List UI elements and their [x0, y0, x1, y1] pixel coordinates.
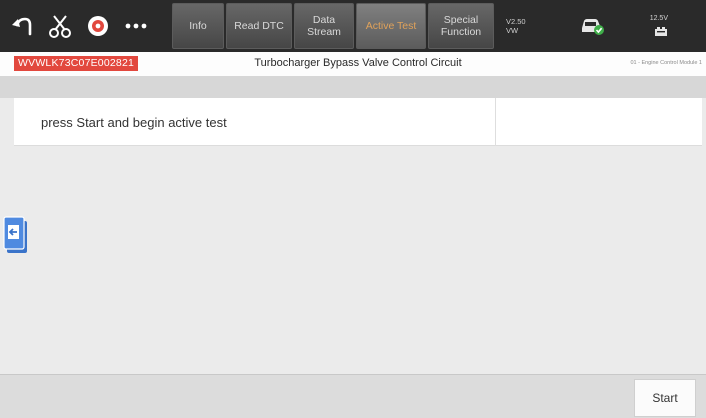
- top-toolbar: Info Read DTC Data Stream Active Test Sp…: [0, 0, 706, 52]
- instruction-text: press Start and begin active test: [14, 98, 496, 146]
- tab-info[interactable]: Info: [172, 3, 224, 49]
- side-panel-handle-icon[interactable]: [3, 215, 29, 257]
- tab-data-stream-label-2: Stream: [307, 26, 341, 38]
- vci-icon: [655, 27, 667, 36]
- vehicle-connection-icon[interactable]: [572, 0, 612, 52]
- page-title: Turbocharger Bypass Valve Control Circui…: [254, 57, 462, 69]
- tab-read-dtc[interactable]: Read DTC: [226, 3, 292, 49]
- more-icon[interactable]: [116, 0, 156, 52]
- section-header: [0, 76, 706, 98]
- record-icon[interactable]: [80, 0, 116, 52]
- back-icon[interactable]: [4, 0, 40, 52]
- message-card: press Start and begin active test: [14, 98, 702, 146]
- tab-active-test[interactable]: Active Test: [356, 3, 426, 49]
- module-name: 01 - Engine Control Module 1: [630, 60, 702, 66]
- start-button[interactable]: Start: [634, 379, 696, 417]
- software-version: V2.50 VW: [506, 17, 542, 35]
- scissors-icon[interactable]: [40, 0, 80, 52]
- tab-special-function-label-2: Function: [440, 26, 482, 38]
- value-cell: [496, 98, 702, 145]
- tab-special-function-label-1: Special: [443, 14, 479, 26]
- bottom-bar: Start: [0, 374, 706, 418]
- battery-status: 12.5V: [634, 15, 668, 37]
- tab-info-label: Info: [189, 20, 207, 32]
- tab-special-function[interactable]: Special Function: [428, 3, 494, 49]
- tab-active-test-label: Active Test: [365, 20, 417, 32]
- info-bar: WVWLK73C07E002821 Turbocharger Bypass Va…: [0, 52, 706, 76]
- battery-voltage: 12.5V: [649, 15, 668, 22]
- function-tabs: Info Read DTC Data Stream Active Test Sp…: [172, 0, 494, 52]
- tab-data-stream-label-1: Data: [312, 14, 336, 26]
- version-make: VW: [506, 26, 519, 35]
- tab-data-stream[interactable]: Data Stream: [294, 3, 354, 49]
- version-number: V2.50: [506, 17, 526, 26]
- tab-read-dtc-label: Read DTC: [234, 20, 284, 32]
